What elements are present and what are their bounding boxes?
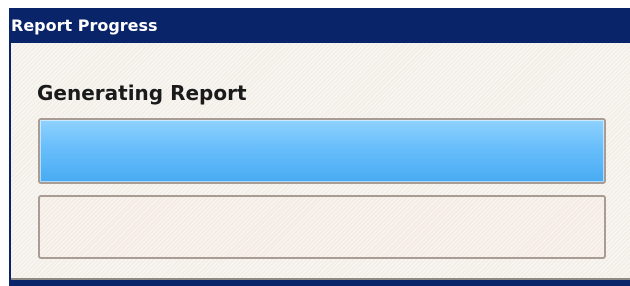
report-progress-bar [38, 118, 606, 184]
status-heading: Generating Report [37, 81, 247, 105]
report-progress-window: Report Progress Generating Report [9, 8, 630, 286]
secondary-progress-bar [38, 195, 606, 259]
window-title: Report Progress [11, 16, 158, 35]
progress-fill [40, 120, 604, 182]
window-titlebar[interactable]: Report Progress [9, 8, 630, 43]
dialog-client-area: Generating Report [11, 43, 630, 280]
